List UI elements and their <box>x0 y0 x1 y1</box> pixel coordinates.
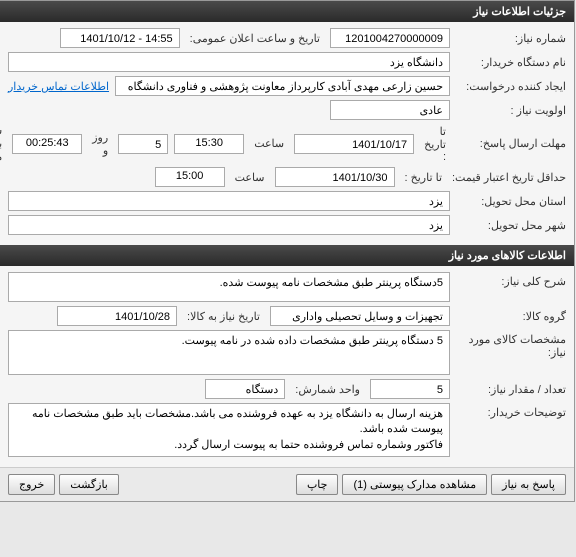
to-date-label-1: تا تاریخ : <box>425 125 447 163</box>
need-number-label: شماره نیاز: <box>457 32 567 45</box>
buyer-value: دانشگاه یزد <box>9 52 451 72</box>
province-label: استان محل تحویل: <box>457 195 567 208</box>
city-value: یزد <box>9 215 451 235</box>
need-date-value: 1401/10/28 <box>58 306 178 326</box>
deadline-time: 15:30 <box>175 134 245 154</box>
spec-value: 5 دستگاه پرینتر طبق مشخصات داده شده در ن… <box>9 330 451 375</box>
time-label-2: ساعت <box>236 171 266 184</box>
creator-value: حسین زارعی مهدی آبادی کارپرداز معاونت پژ… <box>116 76 451 96</box>
announce-label: تاریخ و ساعت اعلان عمومی: <box>191 32 321 45</box>
goods-info-section: شرح کلی نیاز: 5دستگاه پرینتر طبق مشخصات … <box>1 266 575 467</box>
notes-value: هزینه ارسال به دانشگاه یزد به عهده فروشن… <box>9 403 451 457</box>
desc-value: 5دستگاه پرینتر طبق مشخصات نامه پیوست شده… <box>9 272 451 302</box>
buyer-label: نام دستگاه خریدار: <box>457 56 567 69</box>
buyer-contact-link[interactable]: اطلاعات تماس خریدار <box>9 80 110 93</box>
need-date-label: تاریخ نیاز به کالا: <box>188 310 261 323</box>
group-value: تجهیزات و وسایل تحصیلی واداری <box>271 306 451 326</box>
province-value: یزد <box>9 191 451 211</box>
validity-time: 15:00 <box>156 167 226 187</box>
validity-label: حداقل تاریخ اعتبار قیمت: <box>453 171 567 184</box>
creator-label: ایجاد کننده درخواست: <box>457 80 567 93</box>
announce-value: 14:55 - 1401/10/12 <box>61 28 181 48</box>
notes-label: توضیحات خریدار: <box>457 403 567 419</box>
time-remain: 00:25:43 <box>13 134 83 154</box>
validity-date: 1401/10/30 <box>276 167 396 187</box>
attachments-button[interactable]: مشاهده مدارک پیوستی (1) <box>343 474 488 495</box>
respond-button[interactable]: پاسخ به نیاز <box>492 474 567 495</box>
need-info-section: شماره نیاز: 1201004270000009 تاریخ و ساع… <box>1 22 575 245</box>
city-label: شهر محل تحویل: <box>457 219 567 232</box>
goods-info-header: اطلاعات کالاهای مورد نیاز <box>1 245 575 266</box>
need-info-header: جزئیات اطلاعات نیاز <box>1 1 575 22</box>
deadline-label: مهلت ارسال پاسخ: <box>457 137 567 150</box>
days-label: روز و <box>93 131 109 157</box>
remain-label: ساعت باقی مانده <box>0 124 3 163</box>
need-number-value: 1201004270000009 <box>331 28 451 48</box>
desc-label: شرح کلی نیاز: <box>457 272 567 288</box>
time-label-1: ساعت <box>255 137 285 150</box>
spec-label: مشخصات کالای مورد نیاز: <box>457 330 567 359</box>
deadline-date: 1401/10/17 <box>295 134 415 154</box>
group-label: گروه کالا: <box>457 310 567 323</box>
priority-label: اولویت نیاز : <box>457 104 567 117</box>
count-value: 5 <box>371 379 451 399</box>
exit-button[interactable]: خروج <box>9 474 56 495</box>
button-bar: پاسخ به نیاز مشاهده مدارک پیوستی (1) چاپ… <box>1 467 575 501</box>
priority-value: عادی <box>331 100 451 120</box>
back-button[interactable]: بازگشت <box>60 474 120 495</box>
print-button[interactable]: چاپ <box>297 474 340 495</box>
unit-label: واحد شمارش: <box>296 383 361 396</box>
unit-value: دستگاه <box>206 379 286 399</box>
days-remain: 5 <box>119 134 169 154</box>
count-label: تعداد / مقدار نیاز: <box>457 383 567 396</box>
to-date-label-2: تا تاریخ : <box>406 171 443 184</box>
